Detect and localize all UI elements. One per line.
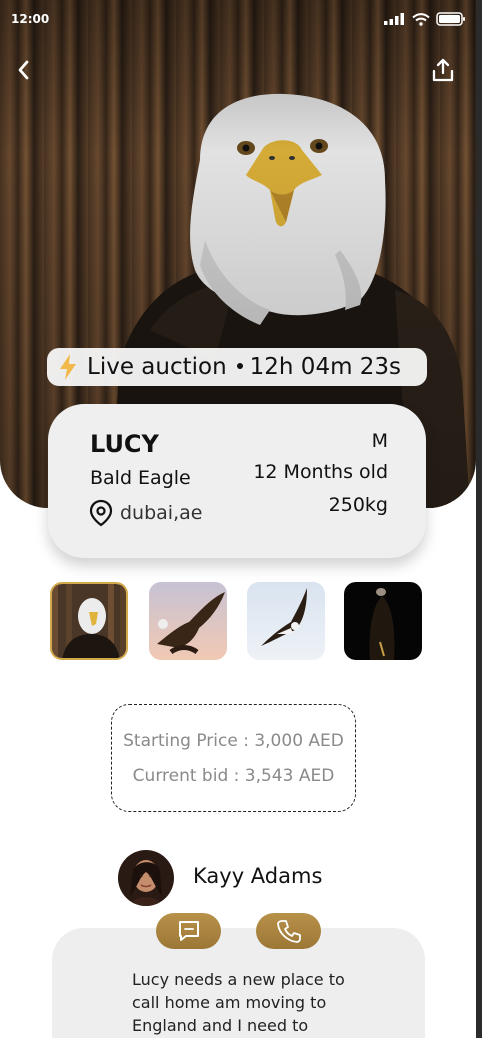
status-icons (384, 12, 466, 26)
bird-name: LUCY (90, 430, 159, 458)
share-icon (432, 58, 454, 82)
seller-name: Kayy Adams (193, 864, 323, 888)
bird-info-card: LUCY Bald Eagle dubai,ae M 12 Months old… (48, 404, 426, 558)
scroll-edge (476, 0, 482, 1038)
lightning-icon (60, 354, 76, 380)
live-auction-banner: Live auction 12h 04m 23s (47, 348, 427, 386)
gallery-thumb-2[interactable] (149, 582, 227, 660)
separator-dot (236, 362, 243, 369)
gallery-thumb-3[interactable] (247, 582, 325, 660)
back-button[interactable] (8, 55, 38, 85)
bird-location: dubai,ae (88, 499, 202, 527)
battery-icon (436, 12, 465, 26)
signal-icon (384, 13, 404, 25)
gallery-thumb-1[interactable] (50, 582, 128, 660)
starting-price: Starting Price : 3,000 AED (123, 731, 344, 751)
eagle-flying-sky-photo-icon (247, 582, 325, 660)
message-button[interactable] (156, 913, 221, 949)
call-button[interactable] (256, 913, 321, 949)
location-text: dubai,ae (120, 502, 203, 524)
description-text: Lucy needs a new place to call home am m… (132, 970, 345, 1035)
eagle-flying-sunset-photo-icon (149, 582, 227, 660)
photo-gallery (50, 582, 422, 662)
bird-weight: 250kg (328, 494, 388, 516)
auction-label: Live auction (87, 354, 227, 380)
gallery-thumb-4[interactable] (344, 582, 422, 660)
share-button[interactable] (428, 55, 458, 85)
bird-sex: M (371, 430, 388, 452)
eagle-portrait-photo-icon (52, 584, 126, 658)
chevron-left-icon (18, 60, 29, 80)
description-card: Lucy needs a new place to call home am m… (52, 928, 425, 1038)
wifi-icon (412, 12, 430, 26)
phone-icon (276, 920, 301, 943)
bird-species: Bald Eagle (90, 467, 191, 489)
location-pin-icon (89, 499, 113, 527)
current-bid: Current bid : 3,543 AED (132, 766, 335, 786)
auction-label-wrap: Live auction 12h 04m 23s (87, 354, 401, 380)
price-box: Starting Price : 3,000 AED Current bid :… (111, 704, 356, 812)
auction-countdown: 12h 04m 23s (249, 354, 402, 380)
status-time: 12:00 (11, 12, 50, 26)
seller-avatar[interactable] (118, 850, 174, 906)
eagle-dark-photo-icon (344, 582, 422, 660)
chat-icon (178, 921, 199, 941)
seller-photo-icon (118, 850, 174, 906)
bird-age: 12 Months old (253, 461, 388, 483)
